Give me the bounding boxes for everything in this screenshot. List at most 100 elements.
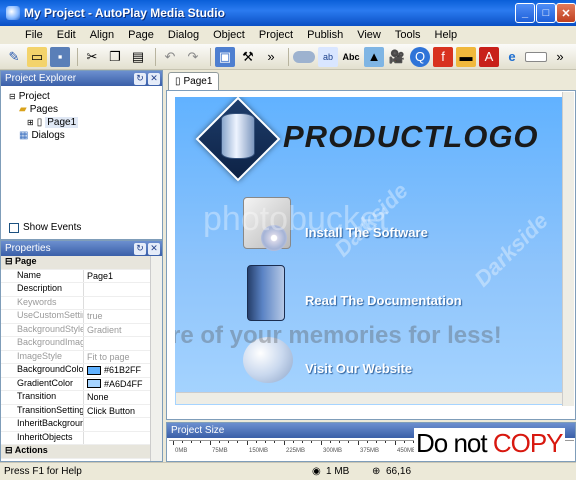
properties-panel: Properties ↻ ✕ ⊟ Page Name Page1 Descriptio… [0, 240, 163, 462]
page-surface[interactable]: PRODUCTLOGO Install The Software Read Th… [175, 97, 563, 405]
property-row[interactable]: InheritObjects [1, 431, 162, 445]
build-icon[interactable]: ⚒ [238, 47, 258, 67]
menu-edit[interactable]: Edit [50, 29, 83, 41]
image-object-icon[interactable]: ▲ [364, 46, 384, 67]
ruler-minor-tick [311, 441, 312, 443]
database-icon[interactable] [221, 113, 255, 159]
monitor-icon[interactable]: ▣ [215, 46, 235, 67]
design-canvas: PRODUCTLOGO Install The Software Read Th… [166, 90, 576, 420]
property-row[interactable]: BackgroundImage [1, 337, 162, 351]
property-row[interactable]: ImageStyle Fit to page [1, 350, 162, 364]
minus-icon[interactable]: ⊟ [9, 92, 16, 101]
color-swatch[interactable] [87, 379, 101, 389]
menu-page[interactable]: Page [121, 29, 161, 41]
ruler-minor-tick [228, 441, 229, 443]
window-title: My Project - AutoPlay Media Studio [24, 6, 225, 20]
ruler-minor-tick [376, 441, 377, 443]
install-software-link[interactable]: Install The Software [305, 225, 428, 240]
web-object-icon[interactable]: Q [410, 46, 430, 67]
visit-website-link[interactable]: Visit Our Website [305, 361, 412, 376]
property-row[interactable]: Transition None [1, 391, 162, 405]
ruler-label: 225MB [286, 448, 306, 454]
property-group-actions[interactable]: ⊟ Actions [1, 445, 162, 459]
show-events-checkbox[interactable]: Show Events [9, 222, 81, 233]
property-row[interactable]: BackgroundColor #61B2FF [1, 364, 162, 378]
menu-object[interactable]: Object [206, 29, 252, 41]
property-row[interactable]: Description [1, 283, 162, 297]
refresh-icon[interactable]: ↻ [134, 242, 146, 255]
wand-icon[interactable]: ✎ [4, 47, 24, 67]
menu-project[interactable]: Project [252, 29, 300, 41]
globe-icon[interactable] [243, 337, 293, 383]
menu-tools[interactable]: Tools [388, 29, 428, 41]
canvas-horizontal-scrollbar[interactable] [176, 392, 563, 404]
menu-view[interactable]: View [350, 29, 388, 41]
button-object-icon[interactable] [293, 50, 315, 63]
label-object-icon[interactable]: ab [318, 46, 338, 67]
menu-align[interactable]: Align [83, 29, 121, 41]
property-group-page[interactable]: ⊟ Page [1, 256, 162, 270]
toolbar-overflow-icon[interactable]: » [550, 47, 570, 67]
property-row[interactable]: TransitionSettings Click Button [1, 404, 162, 418]
redo-icon[interactable]: ↷ [183, 47, 203, 67]
slideshow-object-icon[interactable]: ▬ [456, 46, 476, 67]
project-explorer-title: Project Explorer [5, 73, 77, 84]
video-object-icon[interactable]: 🎥 [387, 47, 407, 67]
input-object-icon[interactable] [525, 51, 547, 62]
ruler-minor-tick [191, 441, 192, 443]
property-row[interactable]: Keywords [1, 296, 162, 310]
text-object-icon[interactable]: Abc [341, 47, 361, 67]
cd-icon[interactable] [261, 225, 287, 251]
ruler-tick [321, 441, 322, 445]
property-row[interactable]: BackgroundStyle Gradient [1, 323, 162, 337]
ruler-minor-tick [219, 441, 220, 443]
save-icon[interactable]: ▪ [50, 46, 70, 67]
book-icon[interactable] [247, 265, 285, 321]
toolbar-separator [288, 47, 289, 66]
properties-title: Properties [5, 243, 51, 254]
copy-icon[interactable]: ❐ [105, 47, 125, 67]
property-row[interactable]: InheritBackgroun [1, 418, 162, 432]
property-row[interactable]: Name Page1 [1, 269, 162, 283]
ie-object-icon[interactable]: e [502, 47, 522, 67]
menu-help[interactable]: Help [428, 29, 465, 41]
minimize-button[interactable]: _ [515, 3, 535, 23]
toolbar-separator [210, 47, 211, 66]
tree-item-page1[interactable]: ⊞ ▯ Page1 [9, 116, 154, 129]
maximize-button[interactable]: □ [536, 3, 556, 23]
ruler-minor-tick [339, 441, 340, 443]
color-swatch[interactable] [87, 365, 101, 375]
open-folder-icon[interactable]: ▭ [27, 46, 47, 67]
properties-scrollbar[interactable] [150, 256, 162, 461]
ruler-minor-tick [302, 441, 303, 443]
property-row[interactable]: GradientColor #A6D4FF [1, 377, 162, 391]
read-documentation-link[interactable]: Read The Documentation [305, 293, 462, 308]
close-panel-icon[interactable]: ✕ [148, 72, 160, 85]
canvas-vertical-scrollbar[interactable] [562, 92, 574, 406]
tree-item-dialogs[interactable]: ▦ Dialogs [9, 129, 154, 142]
ruler-label: 150MB [249, 448, 269, 454]
ruler-tick [284, 441, 285, 445]
menu-file[interactable]: File [18, 29, 50, 41]
paste-icon[interactable]: ▤ [128, 47, 148, 67]
property-row[interactable]: UseCustomSettin true [1, 310, 162, 324]
toolbar-overflow-icon[interactable]: » [261, 47, 281, 67]
menu-publish[interactable]: Publish [300, 29, 350, 41]
undo-icon[interactable]: ↶ [160, 47, 180, 67]
tree-item-pages[interactable]: ▰ Pages [9, 103, 154, 116]
tab-page1[interactable]: ▯ Page1 [168, 72, 220, 90]
close-panel-icon[interactable]: ✕ [148, 242, 160, 255]
menu-dialog[interactable]: Dialog [161, 29, 206, 41]
pdf-object-icon[interactable]: A [479, 46, 499, 67]
product-logo-text[interactable]: PRODUCTLOGO [283, 119, 539, 155]
refresh-icon[interactable]: ↻ [134, 72, 146, 85]
flash-object-icon[interactable]: f [433, 46, 453, 67]
property-value-text: Gradient [87, 324, 122, 335]
property-value-text: true [87, 311, 103, 322]
property-key: BackgroundStyle [1, 323, 84, 336]
tree-item-project[interactable]: ⊟ Project [9, 90, 154, 103]
cut-icon[interactable]: ✂ [82, 47, 102, 67]
expand-icon[interactable]: ⊞ [27, 118, 34, 127]
checkbox-icon[interactable] [9, 222, 19, 233]
close-button[interactable]: ✕ [556, 3, 576, 23]
